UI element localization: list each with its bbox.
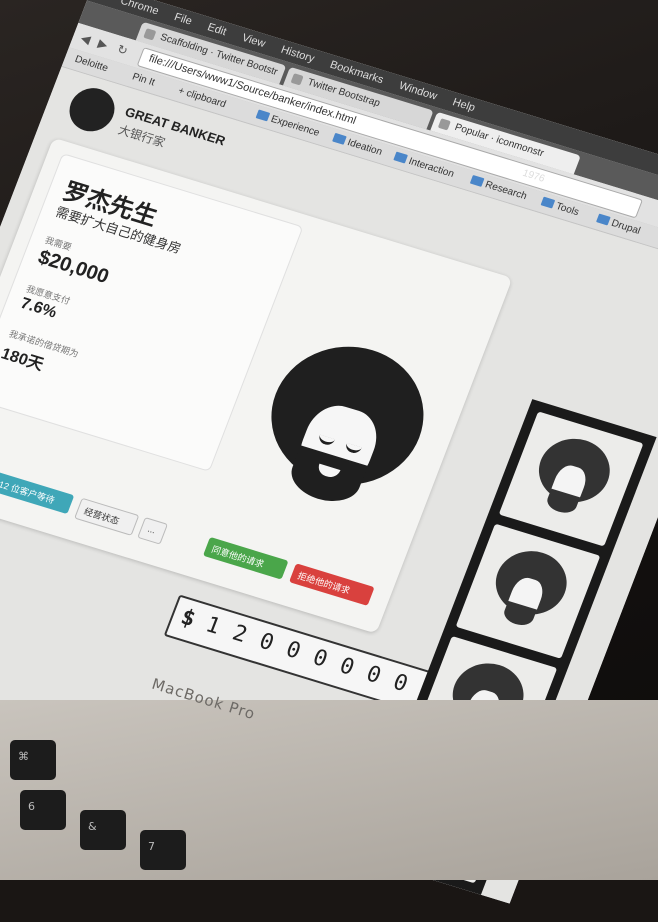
button-label: 同意他的请求	[210, 544, 266, 570]
button-label: ...	[146, 523, 158, 536]
queue-customer[interactable]	[498, 411, 644, 547]
bookmark-label: Pin It	[130, 71, 157, 89]
customer-card: 罗杰先生 需要扩大自己的健身房 我需要 $20,000 我愿意支付 7.6% 我…	[0, 137, 513, 634]
key-label: 6	[28, 800, 35, 813]
apple-icon[interactable]: ●	[96, 0, 107, 1]
queue-customer[interactable]	[455, 523, 601, 659]
folder-icon	[469, 174, 485, 187]
key-label: 7	[148, 840, 155, 853]
page-icon	[290, 73, 304, 86]
folder-icon	[596, 213, 611, 226]
reject-button[interactable]: 拒绝他的请求	[289, 563, 375, 606]
menu-edit[interactable]: Edit	[206, 21, 228, 38]
menu-help[interactable]: Help	[451, 96, 477, 114]
balance-digit: 0	[335, 653, 358, 681]
menu-file[interactable]: File	[172, 11, 193, 27]
balance-currency: $	[177, 604, 199, 633]
customer-info: 罗杰先生 需要扩大自己的健身房 我需要 $20,000 我愿意支付 7.6% 我…	[0, 153, 304, 472]
laptop-keyboard: 6 & 7 ⌘	[0, 700, 658, 880]
folder-icon	[393, 151, 408, 164]
balance-digit: 1	[202, 612, 224, 640]
key[interactable]: &	[80, 810, 126, 850]
balance-digit: 0	[389, 669, 412, 698]
bookmark-label: Tools	[554, 200, 581, 219]
balance-digit: 0	[362, 661, 385, 689]
status-button[interactable]: 经营状态	[74, 497, 140, 536]
button-label: 拒绝他的请求	[296, 570, 352, 596]
banker-logo-icon	[63, 82, 121, 137]
amount-value: $20,000	[34, 246, 112, 289]
key[interactable]: 7	[140, 830, 186, 870]
folder-icon	[255, 109, 271, 122]
button-label: 经营状态	[82, 506, 121, 527]
balance-digit: 0	[309, 645, 331, 673]
reload-icon[interactable]: ↻	[115, 42, 133, 59]
bookmark-pinit[interactable]: Pin It	[131, 71, 157, 88]
folder-icon	[332, 132, 347, 145]
key-label: ⌘	[18, 750, 29, 763]
key-label: &	[88, 820, 97, 833]
menu-view[interactable]: View	[240, 32, 267, 50]
key[interactable]: 6	[20, 790, 66, 830]
key[interactable]: ⌘	[10, 740, 56, 780]
balance-digit: 0	[282, 637, 305, 665]
back-icon[interactable]: ◀	[79, 31, 97, 48]
balance-digit: 0	[255, 628, 278, 657]
waiting-customers-button[interactable]: 有 12 位客户等待	[0, 468, 75, 515]
forward-icon[interactable]: ▶	[96, 36, 114, 53]
page-icon	[143, 28, 157, 41]
balance-digit: 2	[228, 620, 251, 648]
approve-button[interactable]: 同意他的请求	[202, 536, 289, 580]
button-label: 有 12 位客户等待	[0, 476, 56, 506]
bookmark-label: Drupal	[609, 217, 642, 237]
page-icon	[437, 118, 451, 131]
customer-avatar	[229, 328, 454, 562]
folder-icon	[540, 196, 556, 209]
more-button[interactable]: ...	[137, 517, 169, 545]
